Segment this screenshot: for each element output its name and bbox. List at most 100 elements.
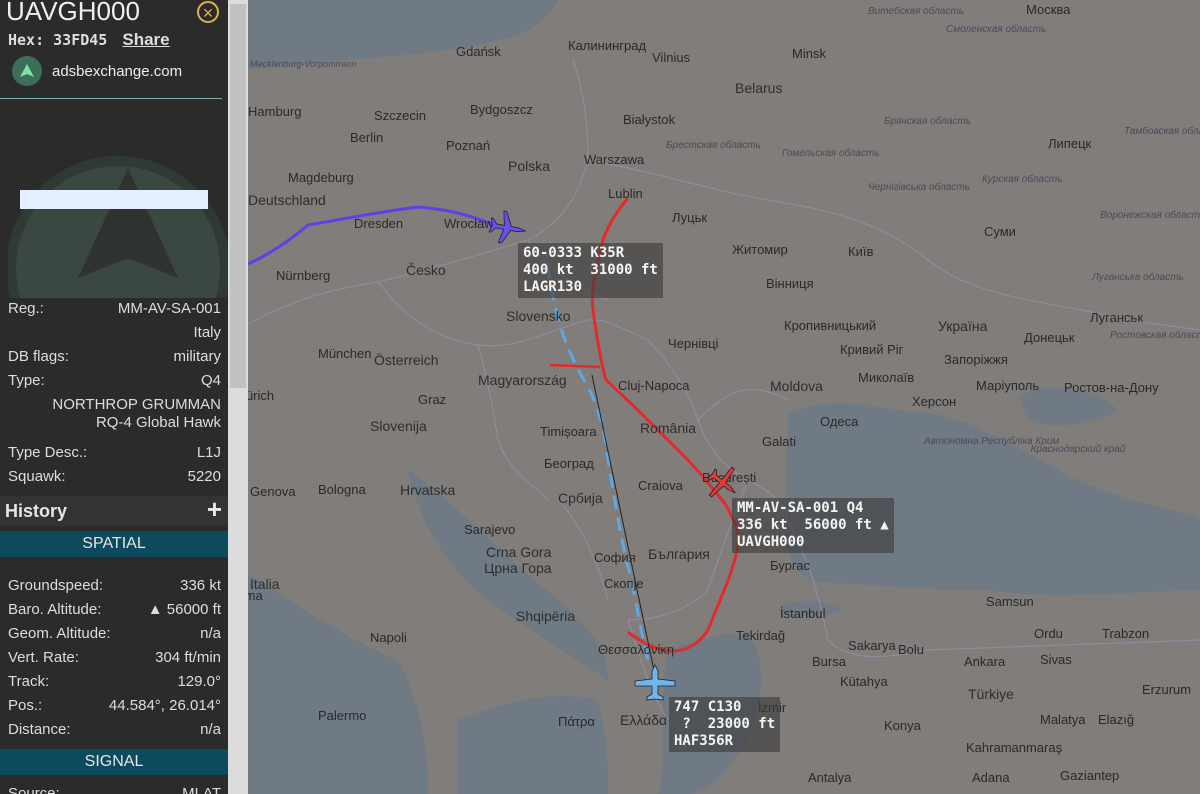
track-label: Track: xyxy=(8,673,50,690)
label-line: 400 kt 31000 ft xyxy=(523,262,658,278)
map-label: Липецк xyxy=(1048,136,1092,151)
map-label: Craiova xyxy=(638,478,683,493)
type-label: Type: xyxy=(8,372,45,389)
map-label: Erzurum xyxy=(1142,682,1192,697)
aircraft-info-panel: UAVGH000 × Hex: 33FD45 Share adsbexchang… xyxy=(0,0,228,794)
map-label: Poznań xyxy=(446,138,491,153)
map-label: Samsun xyxy=(986,594,1034,609)
map-label: Dresden xyxy=(354,216,404,231)
map-label: София xyxy=(594,550,636,565)
map-label: Graz xyxy=(418,392,447,407)
map-label: Shqipëria xyxy=(516,608,576,624)
aircraft-model: RQ-4 Global Hawk xyxy=(95,414,221,431)
label-line: MM-AV-SA-001 Q4 xyxy=(737,500,864,516)
map-label: Magdeburg xyxy=(288,170,354,185)
map-label: Lublin xyxy=(608,186,643,201)
spatial-section-header[interactable]: SPATIAL xyxy=(0,531,228,557)
close-button[interactable]: × xyxy=(197,1,219,23)
expand-plus-icon[interactable]: + xyxy=(207,494,222,525)
track-value: 129.0° xyxy=(177,673,221,690)
map-label: Витебская область xyxy=(868,6,964,17)
photo-caption-bar xyxy=(20,190,208,209)
aircraft-label-uavgh000[interactable]: MM-AV-SA-001 Q4 336 kt 56000 ft ▲ UAVGH000 xyxy=(732,498,894,553)
map-label: Minsk xyxy=(792,46,826,61)
map-label: İstanbul xyxy=(780,606,826,621)
map-label: Antalya xyxy=(808,770,852,785)
map-label: Ростов-на-Дону xyxy=(1064,380,1159,395)
share-link[interactable]: Share xyxy=(122,30,169,49)
map-label: Elazığ xyxy=(1098,712,1135,727)
map-label: Warszawa xyxy=(584,152,645,167)
map-label: Hamburg xyxy=(248,104,302,119)
typedesc-value: L1J xyxy=(196,444,221,461)
map-label: Ankara xyxy=(964,654,1006,669)
aircraft-label-lagr130[interactable]: 60-0333 K35R 400 kt 31000 ft LAGR130 xyxy=(518,243,663,298)
map-label: Berlin xyxy=(350,130,384,145)
map-label: München xyxy=(318,346,372,361)
map-label: България xyxy=(648,546,710,562)
map-label: Malatya xyxy=(1040,712,1086,727)
map-label: Суми xyxy=(984,224,1016,239)
map-label: Kahramanmaraş xyxy=(966,740,1063,755)
signal-section-header[interactable]: SIGNAL xyxy=(0,749,228,775)
aircraft-label-haf356r[interactable]: 747 C130 ? 23000 ft HAF356R xyxy=(669,697,781,752)
map-label: Црна Гора xyxy=(484,560,552,576)
map-label: Херсон xyxy=(912,394,957,409)
label-line: LAGR130 xyxy=(523,279,583,295)
map-label: Palermo xyxy=(318,708,367,723)
close-icon[interactable]: × xyxy=(203,3,214,23)
geom-altitude-value: n/a xyxy=(200,625,221,642)
map-label: Ελλάδα xyxy=(620,712,668,728)
distance-label: Distance: xyxy=(8,721,71,738)
position-label: Pos.: xyxy=(8,697,43,714)
map-label: Deutschland xyxy=(248,192,326,208)
source-label: Source: xyxy=(8,785,60,794)
map-label: Sivas xyxy=(1040,652,1072,667)
map-label: Vilnius xyxy=(652,50,691,65)
label-line: 60-0333 K35R xyxy=(523,245,625,261)
map-label: Брестская область xyxy=(666,140,761,151)
map-label: Київ xyxy=(848,244,874,259)
map-label: Курская область xyxy=(982,174,1063,185)
map-label: Житомир xyxy=(732,242,788,257)
map-label: Moldova xyxy=(770,378,823,394)
map-label: Galati xyxy=(762,434,796,449)
label-line: 747 C130 xyxy=(674,699,742,715)
map-view[interactable]: Москва Витебская область Смоленская обла… xyxy=(228,0,1200,794)
map-label: Θεσσαλονίκη xyxy=(598,642,675,657)
map-label: Bolu xyxy=(898,642,925,657)
map-label: Tekirdağ xyxy=(736,628,786,643)
history-header[interactable]: History + xyxy=(0,494,228,526)
map-label: Sarajevo xyxy=(464,522,516,537)
manufacturer: NORTHROP GRUMMAN xyxy=(52,396,221,413)
adsbexchange-label: adsbexchange.com xyxy=(52,62,183,80)
map-label: Автономна Республіка Крим xyxy=(924,436,1060,447)
map-label: Konya xyxy=(884,718,921,733)
map-label: Česko xyxy=(406,262,446,278)
map-label: Bologna xyxy=(318,482,366,497)
map-label: Trabzon xyxy=(1102,626,1150,641)
history-label: History xyxy=(5,501,68,521)
reg-value[interactable]: MM-AV-SA-001 xyxy=(118,300,221,317)
divider xyxy=(0,98,222,99)
label-line: 336 kt 56000 ft ▲ xyxy=(737,517,889,533)
vert-rate-value: 304 ft/min xyxy=(155,649,221,666)
country-value: Italy xyxy=(193,324,221,341)
map-label: Kütahya xyxy=(840,674,888,689)
sidebar-scrollbar-thumb[interactable] xyxy=(230,4,246,388)
map-label: Sakarya xyxy=(848,638,896,653)
map-label: Bydgoszcz xyxy=(470,102,533,117)
adsbexchange-link[interactable]: adsbexchange.com xyxy=(12,56,182,86)
map-label: Magyarország xyxy=(478,372,567,388)
map-label: Mecklenburg-Vorpommern xyxy=(250,59,357,69)
map-label: Ordu xyxy=(1034,626,1063,641)
squawk-label: Squawk: xyxy=(8,468,66,485)
map-label: Смоленская область xyxy=(946,24,1047,35)
map-label: Скопје xyxy=(604,576,644,591)
aircraft-photo-placeholder-icon xyxy=(8,156,228,298)
source-value: MLAT xyxy=(182,785,221,794)
map-label: Тамбовская область xyxy=(1124,126,1200,137)
map-label: Србија xyxy=(558,490,603,506)
map-label: Białystok xyxy=(623,112,676,127)
type-value: Q4 xyxy=(200,372,221,389)
